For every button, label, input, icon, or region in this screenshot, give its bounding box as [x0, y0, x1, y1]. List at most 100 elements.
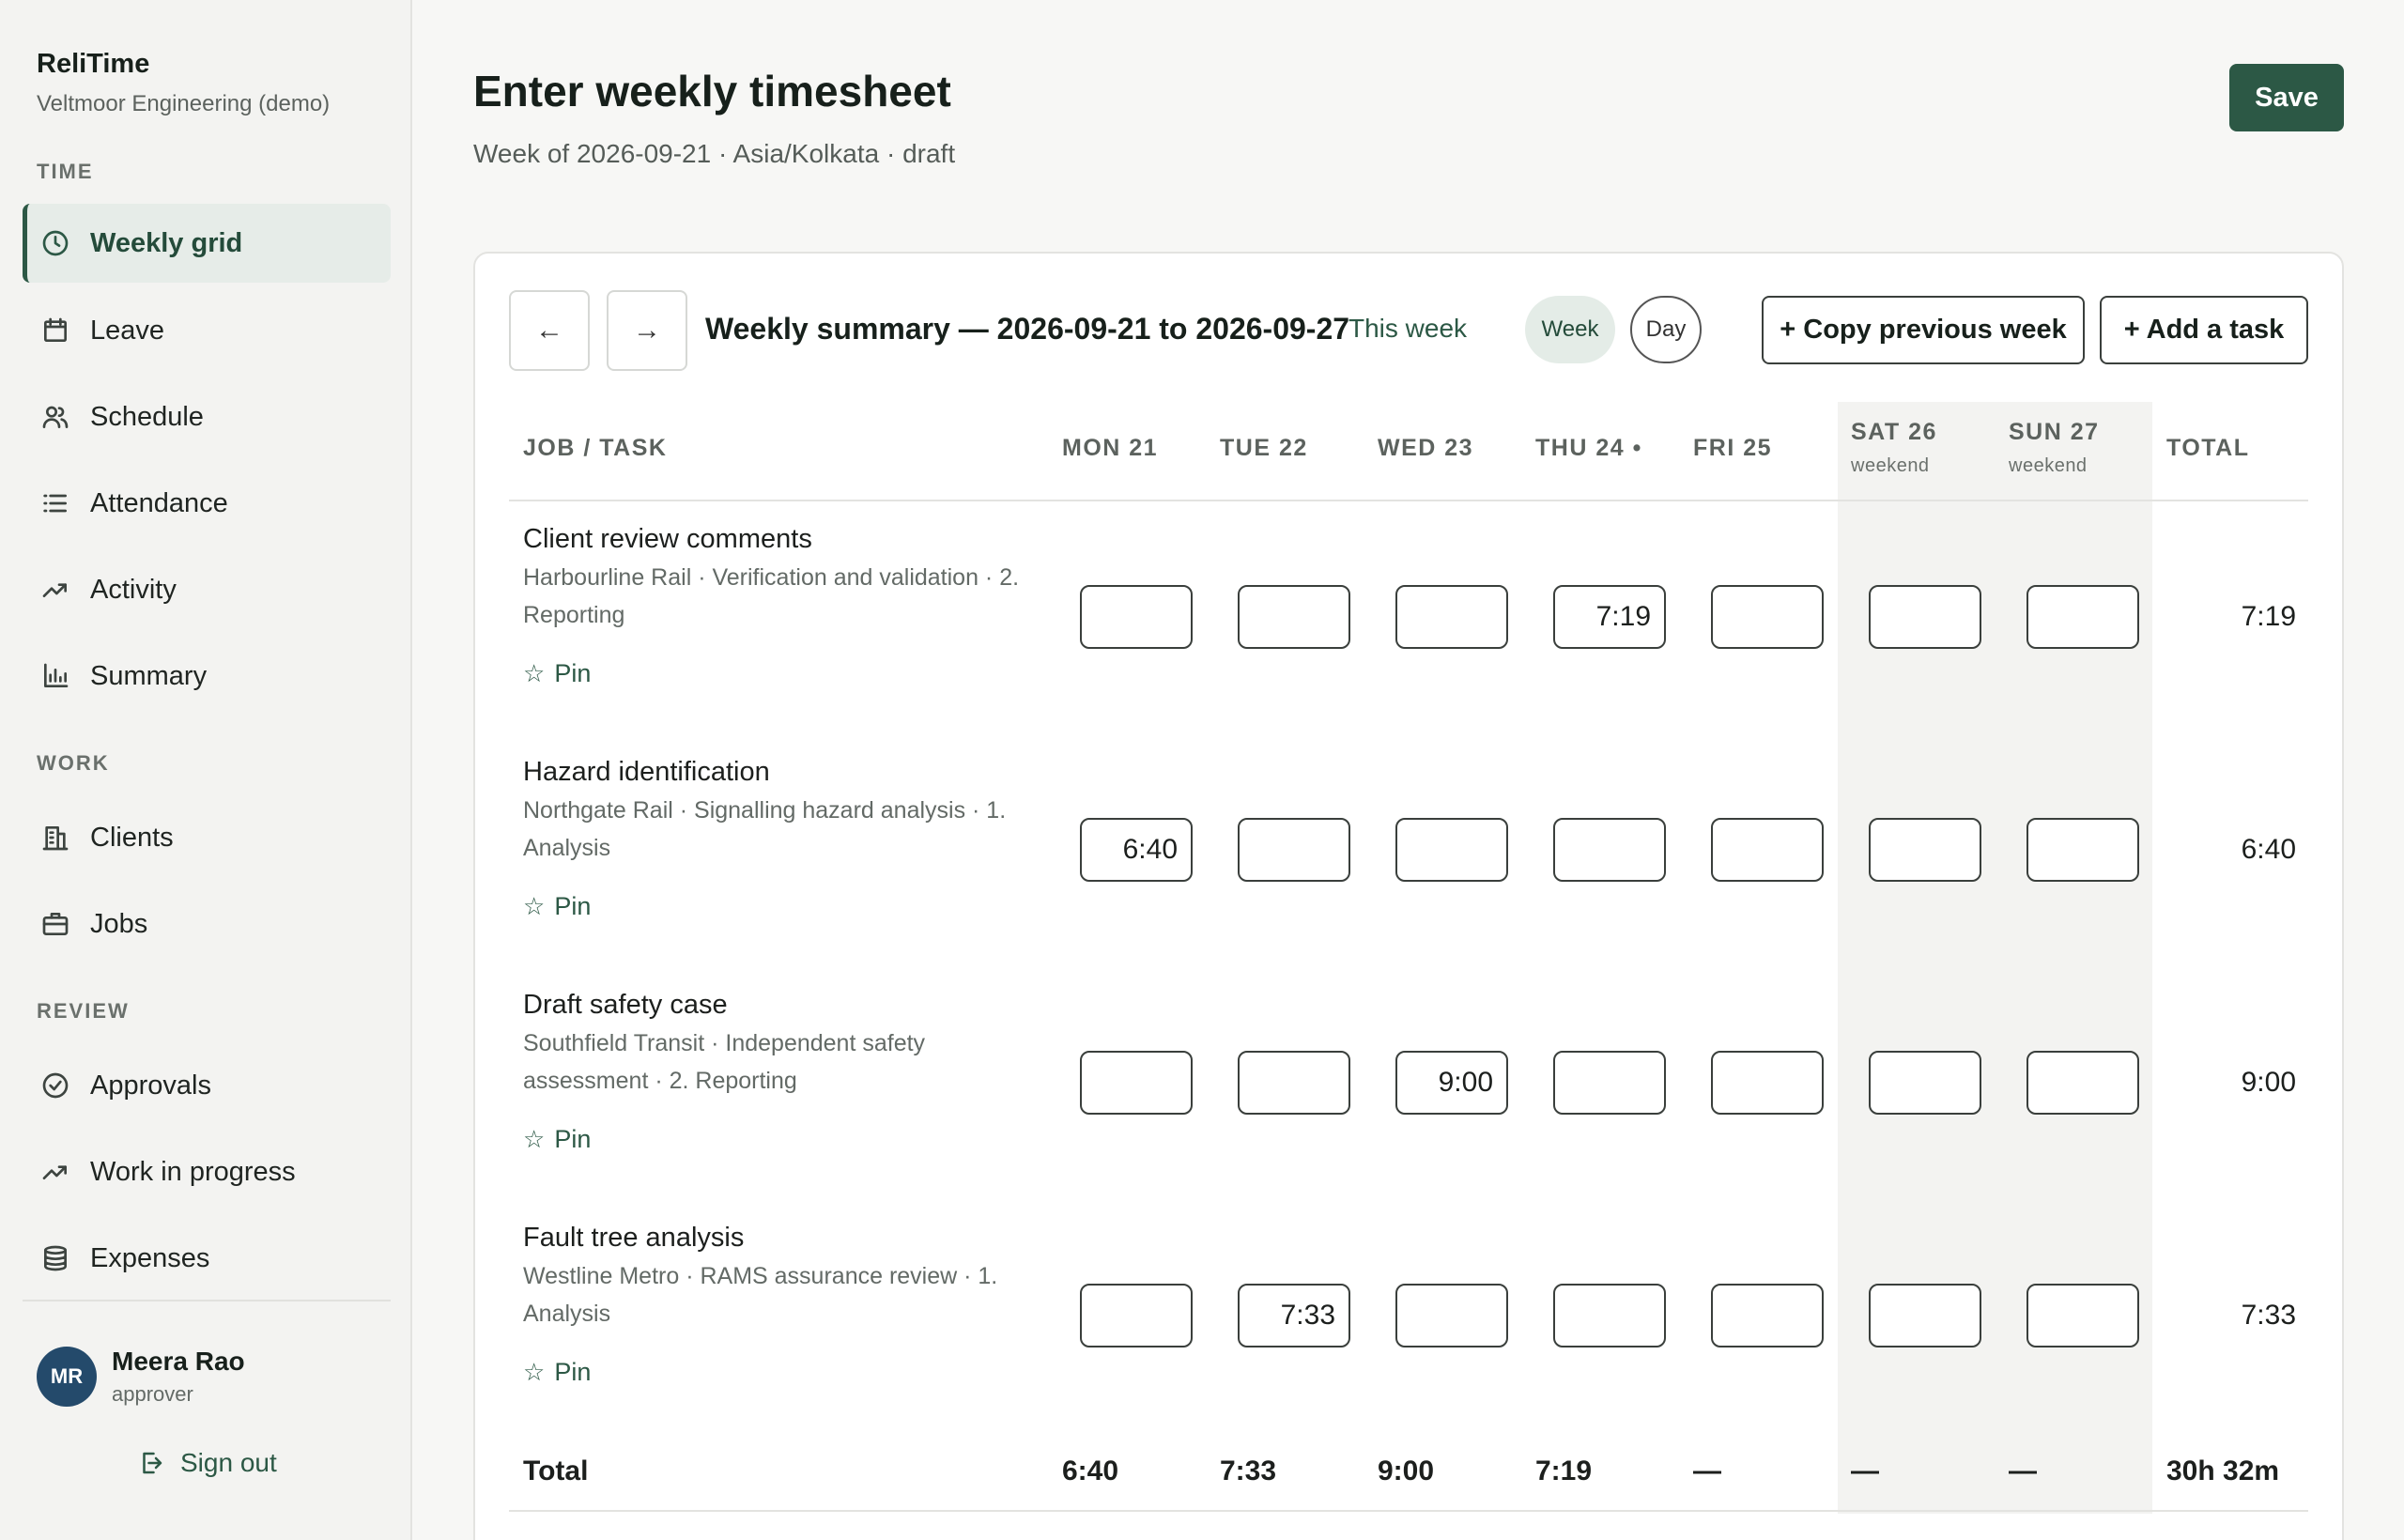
- database-icon: [39, 1242, 71, 1274]
- star-icon: ☆: [523, 892, 546, 920]
- time-cell-sun[interactable]: [2026, 818, 2139, 882]
- page-title: Enter weekly timesheet: [473, 67, 951, 116]
- sidebar-item-schedule[interactable]: Schedule: [23, 377, 391, 456]
- time-cell-sun[interactable]: [2026, 585, 2139, 649]
- trend-icon: [39, 1156, 71, 1188]
- sidebar-item-approvals[interactable]: Approvals: [23, 1046, 391, 1125]
- time-cell-wed[interactable]: [1395, 1051, 1508, 1115]
- column-header-wed: WED 23: [1378, 435, 1474, 461]
- task-title: Client review comments: [523, 524, 812, 554]
- task-meta: Northgate Rail · Signalling hazard analy…: [523, 797, 1007, 861]
- time-cell-tue[interactable]: [1238, 585, 1350, 649]
- sidebar-divider: [23, 1300, 391, 1301]
- pin-button[interactable]: ☆ Pin: [523, 1125, 591, 1154]
- time-cell-thu[interactable]: [1553, 818, 1666, 882]
- brand: ReliTime Veltmoor Engineering (demo): [37, 49, 330, 117]
- totals-divider: [509, 1510, 2308, 1512]
- clock-icon: [39, 227, 71, 259]
- list-icon: [39, 487, 71, 519]
- calendar-icon: [39, 315, 71, 346]
- column-header-task: JOB / TASK: [523, 435, 668, 461]
- pin-button[interactable]: ☆ Pin: [523, 892, 591, 921]
- time-cell-wed[interactable]: [1395, 1284, 1508, 1348]
- sign-out-button[interactable]: Sign out: [137, 1448, 277, 1478]
- sidebar-item-jobs[interactable]: Jobs: [23, 885, 391, 963]
- week-summary-title: Weekly summary — 2026-09-21 to 2026-09-2…: [705, 312, 1350, 346]
- view-toggle-day[interactable]: Day: [1630, 296, 1702, 363]
- time-cell-thu[interactable]: [1553, 1284, 1666, 1348]
- trend-icon: [39, 574, 71, 606]
- row-total: 9:00: [2241, 1067, 2296, 1098]
- copy-previous-week-button[interactable]: + Copy previous week: [1762, 296, 2085, 364]
- sidebar-item-attendance[interactable]: Attendance: [23, 464, 391, 543]
- sidebar-item-label: Work in progress: [90, 1156, 296, 1187]
- sidebar-item-work-in-progress[interactable]: Work in progress: [23, 1132, 391, 1211]
- this-week-link[interactable]: This week: [1348, 314, 1467, 344]
- next-week-button[interactable]: →: [607, 290, 687, 371]
- brand-name: ReliTime: [37, 49, 150, 79]
- time-cell-tue[interactable]: [1238, 1051, 1350, 1115]
- time-cell-mon[interactable]: [1080, 1284, 1193, 1348]
- time-cell-fri[interactable]: [1711, 1284, 1824, 1348]
- header-divider: [509, 500, 2308, 501]
- user-role: approver: [112, 1382, 193, 1406]
- pin-button[interactable]: ☆ Pin: [523, 659, 591, 688]
- sidebar-item-leave[interactable]: Leave: [23, 291, 391, 370]
- avatar: MR: [37, 1347, 97, 1407]
- time-cell-tue[interactable]: [1238, 1284, 1350, 1348]
- pin-label: Pin: [554, 1125, 592, 1153]
- task-meta: Harbourline Rail · Verification and vali…: [523, 564, 1020, 628]
- time-cell-fri[interactable]: [1711, 585, 1824, 649]
- sidebar-item-weekly-grid[interactable]: Weekly grid: [23, 204, 391, 283]
- time-cell-sat[interactable]: [1869, 1051, 1981, 1115]
- sidebar-item-activity[interactable]: Activity: [23, 550, 391, 629]
- time-cell-sun[interactable]: [2026, 1284, 2139, 1348]
- time-cell-thu[interactable]: [1553, 585, 1666, 649]
- sidebar-item-clients[interactable]: Clients: [23, 798, 391, 877]
- sign-out-label: Sign out: [180, 1448, 277, 1477]
- brand-org: Veltmoor Engineering (demo): [37, 91, 331, 116]
- sidebar-item-label: Schedule: [90, 401, 204, 432]
- bar-chart-icon: [39, 660, 71, 692]
- column-header-thu: THU 24 •: [1535, 435, 1642, 461]
- column-header-sat: SAT 26: [1851, 419, 1937, 445]
- time-cell-sat[interactable]: [1869, 818, 1981, 882]
- time-cell-tue[interactable]: [1238, 818, 1350, 882]
- time-cell-fri[interactable]: [1711, 1051, 1824, 1115]
- sidebar-item-label: Clients: [90, 822, 174, 853]
- time-cell-sat[interactable]: [1869, 1284, 1981, 1348]
- pin-button[interactable]: ☆ Pin: [523, 1358, 591, 1387]
- time-cell-mon[interactable]: [1080, 818, 1193, 882]
- time-cell-fri[interactable]: [1711, 818, 1824, 882]
- save-button[interactable]: Save: [2229, 64, 2344, 131]
- time-cell-mon[interactable]: [1080, 585, 1193, 649]
- time-cell-sun[interactable]: [2026, 1051, 2139, 1115]
- sidebar-item-label: Leave: [90, 315, 165, 346]
- task-meta: Southfield Transit · Independent safety …: [523, 1030, 926, 1094]
- row-total: 7:33: [2241, 1300, 2296, 1331]
- time-cell-mon[interactable]: [1080, 1051, 1193, 1115]
- time-cell-thu[interactable]: [1553, 1051, 1666, 1115]
- view-toggle-week[interactable]: Week: [1525, 296, 1615, 363]
- add-task-button[interactable]: + Add a task: [2100, 296, 2308, 364]
- sidebar-item-expenses[interactable]: Expenses: [23, 1219, 391, 1298]
- previous-week-button[interactable]: ←: [509, 290, 590, 371]
- weekend-tag-sat: weekend: [1851, 455, 1930, 476]
- sidebar-item-label: Jobs: [90, 908, 148, 939]
- column-header-fri: FRI 25: [1693, 435, 1773, 461]
- sidebar-item-summary[interactable]: Summary: [23, 637, 391, 716]
- task-meta: Westline Metro · RAMS assurance review ·…: [523, 1263, 998, 1327]
- grand-total: 30h 32m: [2166, 1455, 2280, 1486]
- time-cell-wed[interactable]: [1395, 818, 1508, 882]
- time-cell-sat[interactable]: [1869, 585, 1981, 649]
- user-profile[interactable]: MR Meera Rao approver: [37, 1347, 245, 1407]
- total-sun: —: [2009, 1455, 2037, 1486]
- user-name: Meera Rao: [112, 1347, 245, 1376]
- briefcase-icon: [39, 908, 71, 940]
- total-fri: —: [1693, 1455, 1721, 1486]
- column-header-sun: SUN 27: [2009, 419, 2100, 445]
- time-cell-wed[interactable]: [1395, 585, 1508, 649]
- check-circle-icon: [39, 1070, 71, 1101]
- total-tue: 7:33: [1220, 1455, 1277, 1486]
- star-icon: ☆: [523, 1125, 546, 1153]
